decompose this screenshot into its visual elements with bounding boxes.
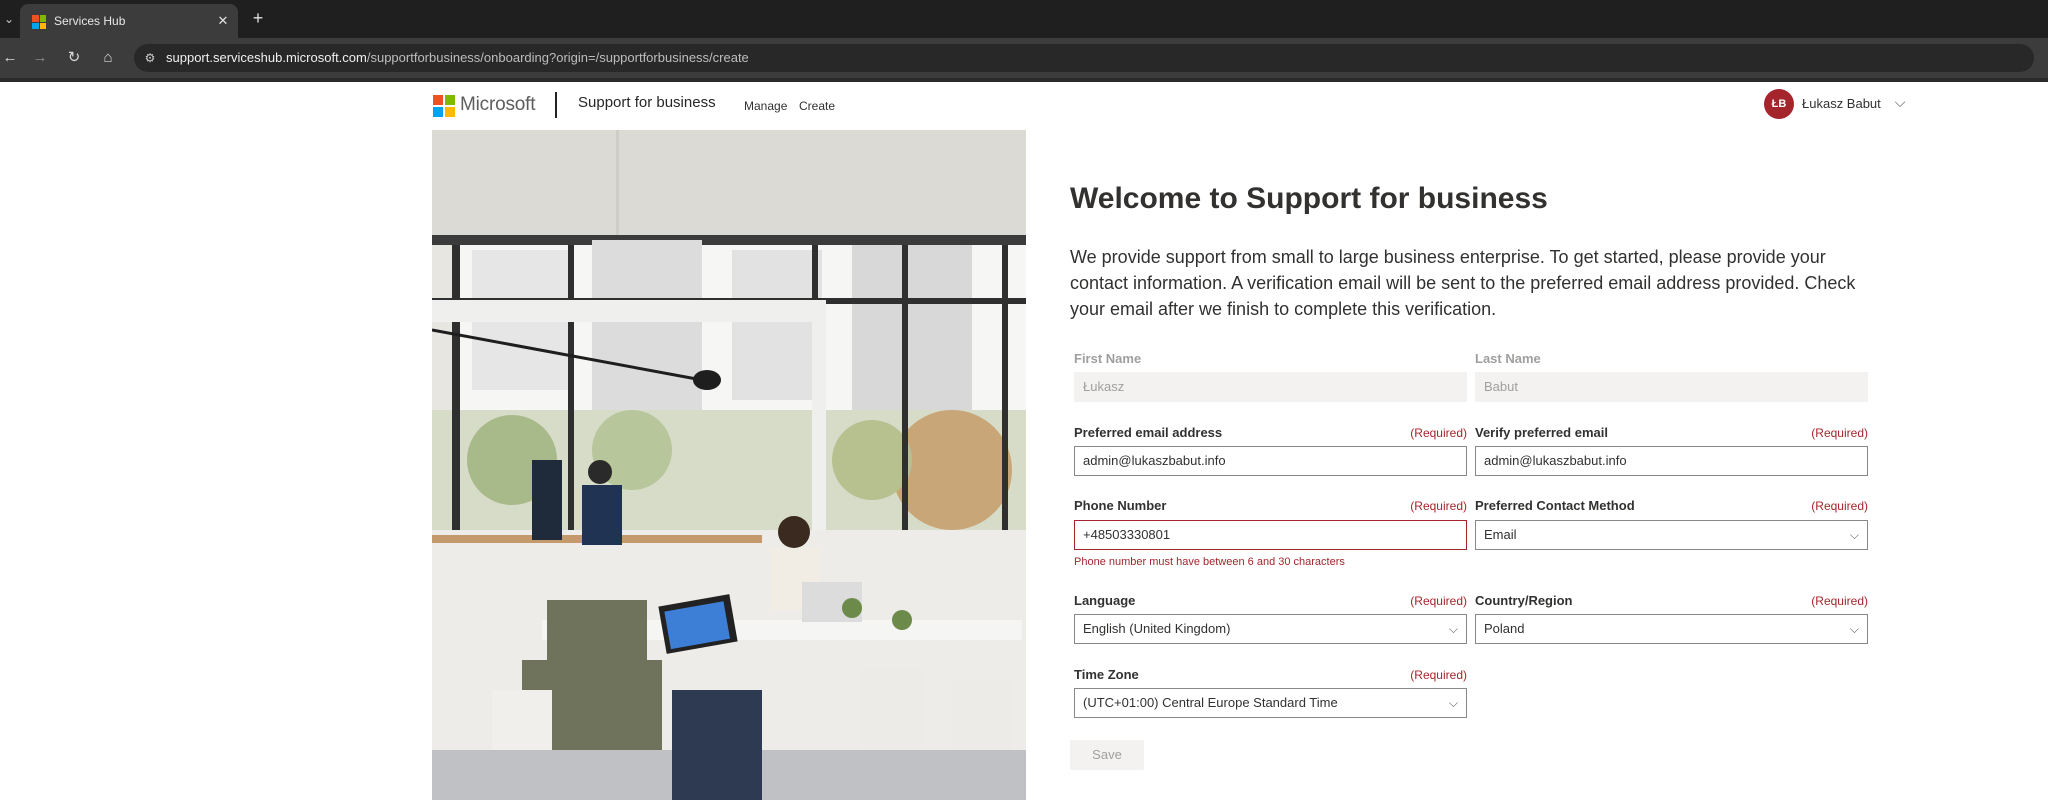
url-path: /supportforbusiness/onboarding?origin=/s… <box>366 50 749 65</box>
email-field[interactable]: admin@lukaszbabut.info <box>1074 446 1467 476</box>
language-value: English (United Kingdom) <box>1083 621 1231 636</box>
contact-method-label: Preferred Contact Method <box>1475 498 1635 513</box>
contact-method-value: Email <box>1484 527 1517 542</box>
header-divider <box>555 92 557 118</box>
forward-icon[interactable]: → <box>30 48 50 68</box>
chevron-down-icon[interactable]: ⌵ <box>1892 94 1908 110</box>
chevron-down-icon: ⌵ <box>1448 622 1458 636</box>
save-button[interactable]: Save <box>1070 740 1144 770</box>
chevron-down-icon: ⌵ <box>1849 528 1859 542</box>
header-title[interactable]: Support for business <box>578 94 716 111</box>
microsoft-logo-icon[interactable] <box>433 95 455 117</box>
verify-email-required: (Required) <box>1811 426 1868 440</box>
verify-email-field[interactable]: admin@lukaszbabut.info <box>1475 446 1868 476</box>
last-name-field: Babut <box>1475 372 1868 402</box>
contact-method-required: (Required) <box>1811 499 1868 513</box>
back-icon[interactable]: ← <box>0 48 20 68</box>
chevron-down-icon: ⌵ <box>1849 622 1859 636</box>
country-required: (Required) <box>1811 594 1868 608</box>
office-photo <box>432 130 1026 800</box>
page-title: Welcome to Support for business <box>1070 182 1548 215</box>
url-host: support.serviceshub.microsoft.com <box>166 50 367 65</box>
phone-error-message: Phone number must have between 6 and 30 … <box>1074 556 1345 568</box>
intro-text: We provide support from small to large b… <box>1070 247 1856 319</box>
new-tab-icon[interactable]: + <box>248 8 268 28</box>
country-select[interactable]: Poland ⌵ <box>1475 614 1868 644</box>
address-bar[interactable]: ⚙ support.serviceshub.microsoft.com/supp… <box>134 44 2034 72</box>
browser-tab[interactable]: Services Hub ✕ <box>20 4 238 38</box>
phone-label: Phone Number <box>1074 498 1167 513</box>
time-zone-value: (UTC+01:00) Central Europe Standard Time <box>1083 695 1338 710</box>
office-photo-illustration <box>432 130 1026 800</box>
last-name-label: Last Name <box>1475 351 1541 366</box>
reload-icon[interactable]: ↻ <box>64 48 84 68</box>
language-label: Language <box>1074 593 1136 608</box>
close-icon[interactable]: ✕ <box>214 12 232 30</box>
time-zone-required: (Required) <box>1410 668 1467 682</box>
nav-manage-link[interactable]: Manage <box>744 99 787 113</box>
home-icon[interactable]: ⌂ <box>98 48 118 68</box>
email-label: Preferred email address <box>1074 425 1223 440</box>
time-zone-select[interactable]: (UTC+01:00) Central Europe Standard Time… <box>1074 688 1467 718</box>
contact-method-select[interactable]: Email ⌵ <box>1475 520 1868 550</box>
first-name-field: Łukasz <box>1074 372 1467 402</box>
user-name[interactable]: Łukasz Babut <box>1802 96 1881 111</box>
browser-tab-bar: ⌄ Services Hub ✕ + <box>0 0 2048 38</box>
email-required: (Required) <box>1410 426 1467 440</box>
language-required: (Required) <box>1410 594 1467 608</box>
tab-search-chevron-icon[interactable]: ⌄ <box>0 9 18 29</box>
nav-create-link[interactable]: Create <box>799 99 835 113</box>
site-header <box>0 82 2048 130</box>
verify-email-label: Verify preferred email <box>1475 425 1608 440</box>
language-select[interactable]: English (United Kingdom) ⌵ <box>1074 614 1467 644</box>
chevron-down-icon: ⌵ <box>1448 696 1458 710</box>
time-zone-label: Time Zone <box>1074 667 1139 682</box>
microsoft-wordmark[interactable]: Microsoft <box>460 94 535 116</box>
url-text[interactable]: support.serviceshub.microsoft.com/suppor… <box>166 50 749 66</box>
first-name-label: First Name <box>1074 351 1142 366</box>
country-label: Country/Region <box>1475 593 1573 608</box>
microsoft-favicon-icon <box>32 15 46 29</box>
tab-title: Services Hub <box>54 14 126 28</box>
country-value: Poland <box>1484 621 1525 636</box>
phone-required: (Required) <box>1410 499 1467 513</box>
site-settings-icon[interactable]: ⚙ <box>142 50 158 66</box>
avatar[interactable]: ŁB <box>1764 89 1794 119</box>
phone-field[interactable]: +48503330801 <box>1074 520 1467 550</box>
browser-toolbar: ← → ↻ ⌂ ⚙ support.serviceshub.microsoft.… <box>0 38 2048 78</box>
